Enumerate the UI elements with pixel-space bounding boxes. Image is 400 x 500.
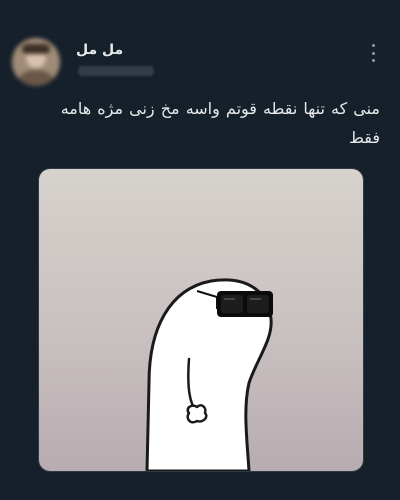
author-handle-blurred <box>78 66 154 76</box>
avatar[interactable] <box>12 38 60 86</box>
dot <box>371 51 375 55</box>
dot <box>371 59 375 62</box>
dot <box>371 44 375 47</box>
meme-illustration <box>39 169 363 471</box>
tweet-text-line: منی که تنها نقطه قوتم واسه مخ زنی مژه ها… <box>60 99 380 118</box>
tweet-text-line: فقط <box>349 128 380 147</box>
tweet-media-image[interactable] <box>38 168 364 472</box>
author-display-name[interactable]: مل مل <box>76 42 123 58</box>
more-vertical-icon[interactable] <box>368 44 378 62</box>
tweet-card[interactable]: مل مل منی که تنها نقطه قوتم واسه مخ زنی … <box>0 0 400 500</box>
tweet-text: منی که تنها نقطه قوتم واسه مخ زنی مژه ها… <box>20 94 380 152</box>
